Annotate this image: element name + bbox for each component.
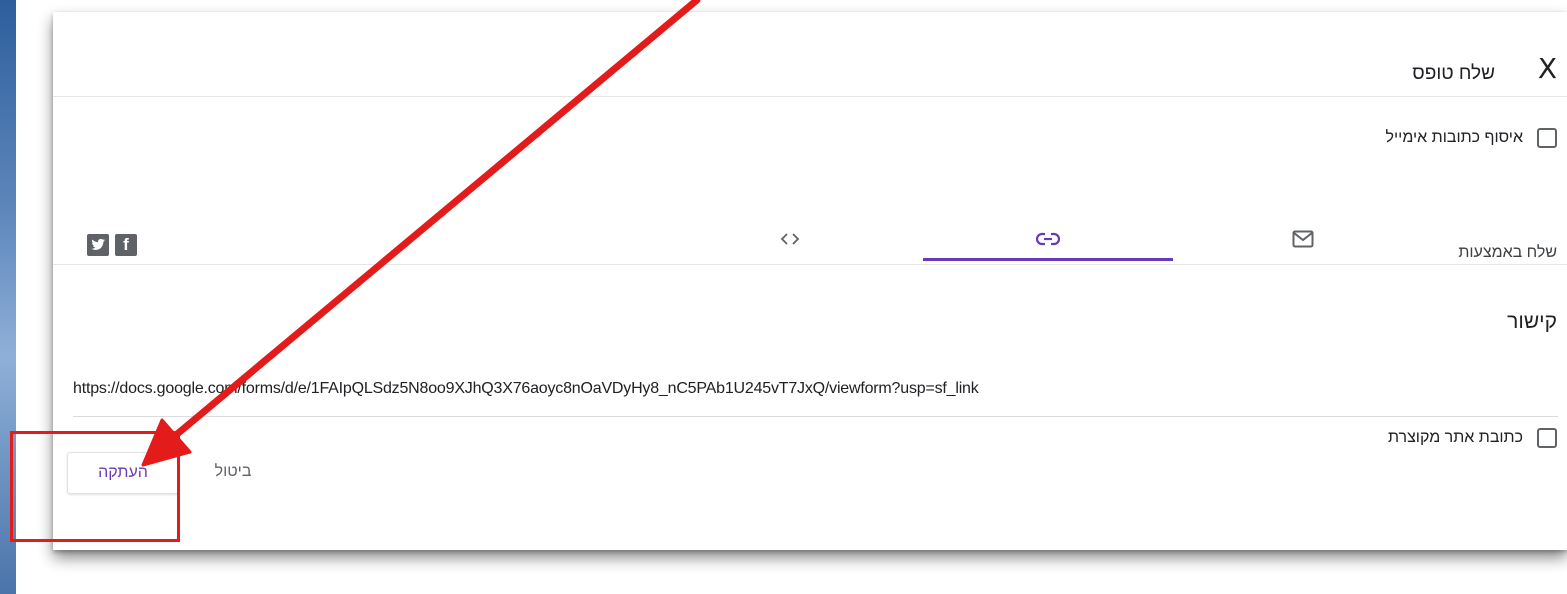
- facebook-icon[interactable]: f: [115, 234, 137, 256]
- dialog-title: שלח טופס: [1412, 63, 1495, 84]
- dialog-header: X שלח טופס: [53, 12, 1567, 97]
- form-link-url[interactable]: https://docs.google.com/forms/d/e/1FAIpQ…: [73, 380, 979, 398]
- screenshot-stage: X שלח טופס איסוף כתובות אימייל שלח באמצע…: [0, 0, 1567, 594]
- tab-email[interactable]: [1273, 217, 1333, 261]
- link-field-underline: [73, 416, 1558, 417]
- close-icon[interactable]: X: [1538, 52, 1557, 85]
- link-icon: [1036, 232, 1060, 246]
- send-form-dialog: X שלח טופס איסוף כתובות אימייל שלח באמצע…: [53, 12, 1567, 550]
- shorten-url-label: כתובת אתר מקוצרת: [1387, 429, 1523, 446]
- link-section-title: קישור: [1507, 310, 1557, 333]
- background-slide-edge: [0, 0, 16, 594]
- send-via-label: שלח באמצעות: [1458, 244, 1557, 261]
- collect-emails-label: איסוף כתובות אימייל: [1385, 129, 1523, 146]
- envelope-icon: [1292, 230, 1314, 248]
- tab-embed[interactable]: [765, 217, 815, 261]
- cancel-button[interactable]: ביטול: [198, 452, 268, 492]
- code-embed-icon: [780, 233, 800, 245]
- tabs-divider: [53, 264, 1567, 265]
- tab-link[interactable]: [1018, 217, 1078, 261]
- shorten-url-checkbox[interactable]: [1537, 428, 1557, 448]
- collect-emails-checkbox[interactable]: [1537, 128, 1557, 148]
- active-tab-indicator: [923, 258, 1173, 261]
- twitter-bird-icon: [91, 239, 105, 250]
- copy-button[interactable]: העתקה: [67, 452, 179, 494]
- twitter-icon[interactable]: [87, 234, 109, 256]
